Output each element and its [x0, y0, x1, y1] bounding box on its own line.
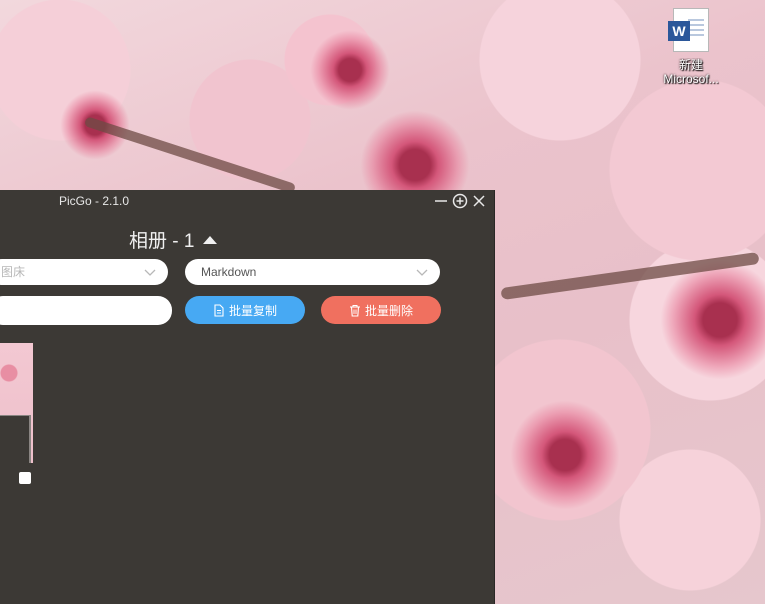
picbed-select[interactable]: 图床: [0, 259, 168, 285]
image-thumbnail[interactable]: [0, 343, 33, 463]
close-icon[interactable]: [471, 193, 487, 209]
chevron-down-icon: [416, 269, 428, 276]
batch-delete-button[interactable]: 批量删除: [321, 296, 441, 324]
search-input[interactable]: [0, 296, 172, 325]
desktop-icon-label-line2: Microsof...: [663, 72, 719, 86]
blossom-decoration: [310, 30, 390, 110]
desktop-file-icon[interactable]: W 新建 Microsof...: [660, 8, 722, 86]
format-select-value: Markdown: [201, 265, 257, 279]
format-select[interactable]: Markdown: [185, 259, 440, 285]
image-select-checkbox[interactable]: [19, 472, 31, 484]
window-title: PicGo - 2.1.0: [59, 194, 130, 208]
titlebar[interactable]: PicGo - 2.1.0: [0, 190, 494, 212]
thumbnail-window-preview: [0, 415, 31, 463]
album-title[interactable]: 相册 - 1: [129, 226, 218, 253]
trash-icon: [349, 304, 360, 317]
picbed-select-value: 图床: [1, 265, 26, 279]
batch-delete-label: 批量删除: [364, 303, 413, 318]
picgo-window: PicGo - 2.1.0 相册 - 1 图床 Markdown 批量复制 批量…: [0, 190, 495, 604]
blossom-decoration: [510, 400, 620, 510]
maximize-icon[interactable]: [452, 193, 468, 209]
document-icon: [214, 303, 224, 317]
blossom-decoration: [660, 260, 765, 380]
batch-copy-label: 批量复制: [228, 303, 277, 318]
album-title-text: 相册 - 1: [129, 231, 195, 252]
caret-up-icon[interactable]: [203, 235, 218, 244]
desktop-icon-label-line1: 新建: [678, 58, 703, 72]
minimize-icon[interactable]: [433, 193, 449, 209]
chevron-down-icon: [144, 269, 156, 276]
word-badge: W: [668, 21, 690, 41]
word-document-icon: W: [668, 8, 709, 52]
branch-decoration: [83, 116, 297, 194]
batch-copy-button[interactable]: 批量复制: [185, 296, 305, 324]
